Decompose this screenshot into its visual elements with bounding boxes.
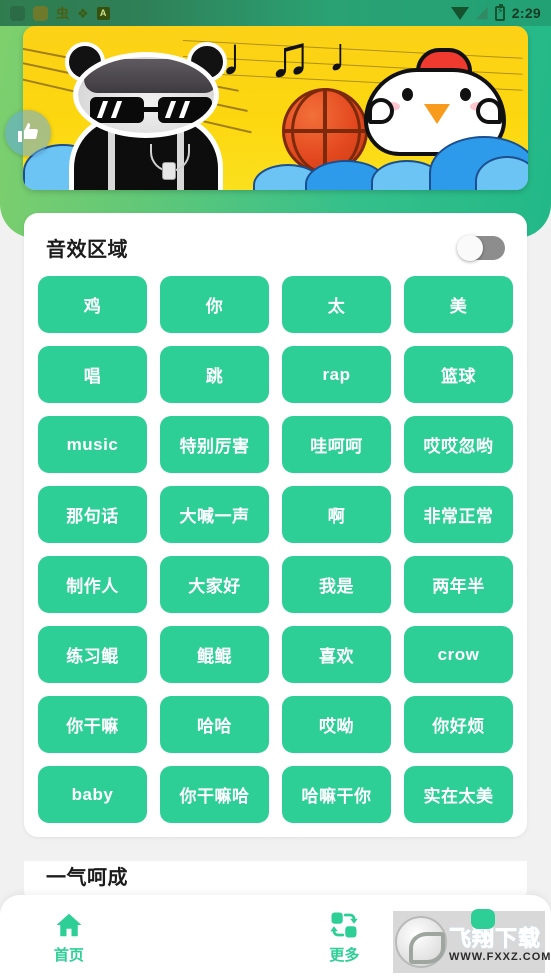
- sound-effect-button[interactable]: 鲲鲲: [160, 626, 269, 683]
- floating-share-button[interactable]: [5, 110, 51, 156]
- watermark-text: 飞翔下载 WWW.FXXZ.COM: [448, 921, 551, 964]
- thumbs-up-icon: [18, 123, 38, 142]
- sound-effect-button[interactable]: 跳: [160, 346, 269, 403]
- sound-effect-button[interactable]: 实在太美: [404, 766, 513, 823]
- sound-effect-button[interactable]: 你干嘛: [38, 696, 147, 753]
- sound-effect-button[interactable]: 唱: [38, 346, 147, 403]
- sound-effect-button[interactable]: 喜欢: [282, 626, 391, 683]
- sound-effect-button[interactable]: 练习鲲: [38, 626, 147, 683]
- music-note-icon: ♫: [268, 26, 312, 89]
- site-watermark: 飞翔下载 WWW.FXXZ.COM: [393, 909, 550, 973]
- sound-effect-button[interactable]: 篮球: [404, 346, 513, 403]
- sound-effect-button[interactable]: 鸡: [38, 276, 147, 333]
- sound-effect-button[interactable]: 两年半: [404, 556, 513, 613]
- page-title: 音效区域: [46, 239, 128, 261]
- status-bar-clock: 2:29: [511, 5, 541, 21]
- sound-effect-grid: 鸡你太美唱跳 rap 篮球 music 特别厉害 哇呵呵 哎哎忽哟那句话 大喊一声啊非常正常制…: [38, 276, 513, 823]
- sound-effect-button[interactable]: 大喊一声: [160, 486, 269, 543]
- sound-effect-button[interactable]: music: [38, 416, 147, 473]
- bug-icon: 虫: [56, 5, 70, 21]
- wifi-icon: [450, 6, 469, 20]
- battery-charging-icon: [494, 3, 505, 21]
- sound-effect-button[interactable]: 哎呦: [282, 696, 391, 753]
- watermark-url: WWW.FXXZ.COM: [449, 951, 551, 963]
- status-bar-left-icons: 虫 ❖ A: [10, 5, 110, 21]
- sound-effect-button[interactable]: 哇呵呵: [282, 416, 391, 473]
- toggle-knob: [457, 234, 483, 261]
- watermark-logo-icon: [395, 916, 447, 968]
- swap-icon: [330, 912, 359, 937]
- sound-effect-button[interactable]: 我是: [282, 556, 391, 613]
- status-bar-right-icons: 2:29: [450, 3, 541, 21]
- sound-effect-button[interactable]: 哈嘛干你: [282, 766, 391, 823]
- nav-item-home[interactable]: 首页: [0, 910, 138, 965]
- sound-effect-button[interactable]: 非常正常: [404, 486, 513, 543]
- app-square-icon: [33, 5, 48, 21]
- signal-off-icon: [475, 6, 488, 20]
- status-bar: 虫 ❖ A 2:29: [0, 0, 551, 26]
- nav-label-more: 更多: [329, 946, 360, 964]
- sound-effect-button[interactable]: 你好烦: [404, 696, 513, 753]
- sound-effect-button[interactable]: crow: [404, 626, 513, 683]
- sound-effect-button[interactable]: rap: [282, 346, 391, 403]
- watermark-brand: 飞翔下载: [448, 921, 551, 953]
- sound-effect-button[interactable]: 太: [282, 276, 391, 333]
- sound-effect-button[interactable]: 啊: [282, 486, 391, 543]
- sound-effect-button[interactable]: 哈哈: [160, 696, 269, 753]
- sound-effect-button[interactable]: 美: [404, 276, 513, 333]
- home-icon: [56, 913, 82, 936]
- sound-effect-button[interactable]: 哎哎忽哟: [404, 416, 513, 473]
- nav-label-home: 首页: [53, 946, 84, 964]
- sound-effect-button[interactable]: 那句话: [38, 486, 147, 543]
- app-root: 虫 ❖ A 2:29 ♩ ♫ ♩: [0, 0, 551, 979]
- a-badge-icon: A: [96, 6, 110, 20]
- sound-zone-card: 音效区域 鸡你太美唱跳 rap 篮球 music 特别厉害 哇呵呵 哎哎忽哟那句话 大喊一声啊…: [24, 213, 527, 837]
- sound-zone-header: 音效区域: [38, 229, 513, 262]
- app-square-icon: [10, 5, 25, 21]
- sound-effect-button[interactable]: 制作人: [38, 556, 147, 613]
- sound-effect-button[interactable]: 你: [160, 276, 269, 333]
- brush-icon: ❖: [77, 5, 89, 21]
- sound-effect-button[interactable]: 特别厉害: [160, 416, 269, 473]
- sound-effect-button[interactable]: 你干嘛哈: [160, 766, 269, 823]
- sound-effect-button[interactable]: 大家好: [160, 556, 269, 613]
- sound-effect-button[interactable]: baby: [38, 766, 147, 823]
- sound-zone-toggle[interactable]: [457, 234, 505, 261]
- watermark-dot: [471, 909, 495, 929]
- section-title: 一气呵成: [46, 867, 128, 889]
- promo-banner[interactable]: ♩ ♫ ♩: [23, 26, 528, 190]
- panda-meme-face: [51, 42, 241, 190]
